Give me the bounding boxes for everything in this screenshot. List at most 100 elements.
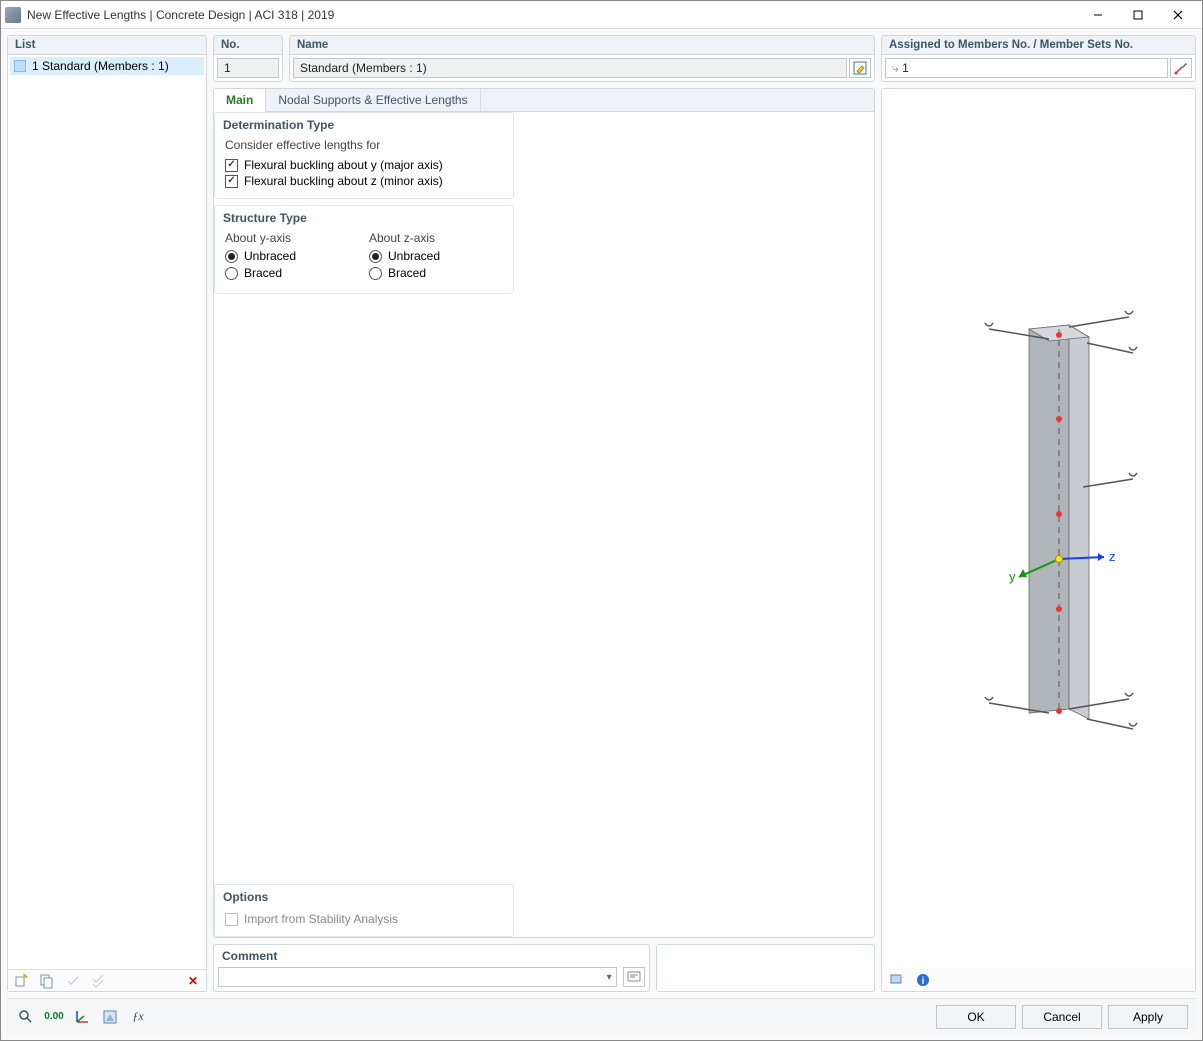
tab-mid-column [520, 112, 874, 937]
assigned-prefix-icon: ⤷ [892, 61, 899, 75]
assigned-pick-button[interactable] [1170, 58, 1192, 78]
comment-combo[interactable]: ▾ [218, 967, 617, 987]
tabs-panel: Main Nodal Supports & Effective Lengths … [213, 88, 875, 938]
edit-icon [853, 61, 867, 75]
tab-main[interactable]: Main [214, 89, 266, 112]
assigned-value: 1 [902, 61, 909, 75]
header-panels: No. 1 Name Standard (Members : 1) [213, 35, 875, 82]
client-area: List 1 Standard (Members : 1) [1, 29, 1202, 1040]
minimize-icon [1093, 10, 1103, 20]
checkall-button[interactable] [88, 971, 110, 991]
view-icon [889, 972, 905, 988]
list-body[interactable]: 1 Standard (Members : 1) [8, 55, 206, 969]
name-field[interactable]: Standard (Members : 1) [293, 58, 847, 78]
window-buttons [1078, 1, 1198, 29]
list-item-swatch [14, 60, 26, 72]
pick-icon [1174, 61, 1188, 75]
maximize-icon [1133, 10, 1143, 20]
about-z-label: About z-axis [369, 231, 503, 245]
comment-row-wrap: Comment ▾ [213, 944, 875, 992]
cancel-button[interactable]: Cancel [1022, 1005, 1102, 1029]
apply-button[interactable]: Apply [1108, 1005, 1188, 1029]
preview-view-button[interactable] [886, 970, 908, 990]
check-button[interactable] [62, 971, 84, 991]
units-icon: 0.00 [44, 1011, 63, 1022]
import-stability-row: Import from Stability Analysis [225, 912, 503, 926]
render-icon [102, 1009, 118, 1025]
new-icon [13, 973, 29, 989]
close-button[interactable] [1158, 1, 1198, 29]
new-button[interactable] [10, 971, 32, 991]
list-item-label: 1 Standard (Members : 1) [32, 59, 169, 73]
list-toolbar: ✕ [8, 969, 206, 991]
search-icon [18, 1009, 34, 1025]
chk-z-label: Flexural buckling about z (minor axis) [244, 174, 443, 188]
radio-label: Unbraced [388, 249, 440, 263]
preview-body[interactable]: z y [882, 89, 1195, 969]
function-button[interactable]: ƒx [127, 1007, 149, 1027]
radio-label: Unbraced [244, 249, 296, 263]
list-header: List [8, 36, 206, 55]
right-column: Assigned to Members No. / Member Sets No… [881, 35, 1196, 992]
info-icon: i [915, 972, 931, 988]
preview-info-button[interactable]: i [912, 970, 934, 990]
ok-button[interactable]: OK [936, 1005, 1016, 1029]
tab-nodal[interactable]: Nodal Supports & Effective Lengths [266, 89, 480, 111]
axes-button[interactable] [71, 1007, 93, 1027]
preview-3d-icon: z y [919, 299, 1159, 759]
structure-title: Structure Type [215, 206, 513, 229]
assigned-field[interactable]: ⤷ 1 [885, 58, 1168, 78]
radio-icon [369, 267, 382, 280]
chk-y-label: Flexural buckling about y (major axis) [244, 158, 443, 172]
window-title: New Effective Lengths | Concrete Design … [27, 8, 334, 22]
assigned-header: Assigned to Members No. / Member Sets No… [882, 36, 1195, 55]
structure-y-col: About y-axis Unbraced Braced [225, 231, 359, 283]
render-button[interactable] [99, 1007, 121, 1027]
checkall-icon [91, 973, 107, 989]
consider-label: Consider effective lengths for [225, 138, 503, 152]
titlebar: New Effective Lengths | Concrete Design … [1, 1, 1202, 29]
radio-y-braced[interactable]: Braced [225, 266, 359, 280]
checkbox-import-icon [225, 913, 238, 926]
tab-body: Determination Type Consider effective le… [214, 112, 874, 937]
check-icon [65, 973, 81, 989]
name-edit-button[interactable] [849, 58, 871, 78]
comment-panel: Comment ▾ [213, 944, 650, 992]
chk-z-row[interactable]: Flexural buckling about z (minor axis) [225, 174, 503, 188]
radio-z-unbraced[interactable]: Unbraced [369, 249, 503, 263]
radio-label: Braced [388, 266, 426, 280]
import-stability-label: Import from Stability Analysis [244, 912, 398, 926]
left-column: List 1 Standard (Members : 1) [7, 35, 207, 992]
preview-toolbar: i [882, 969, 1195, 991]
comment-insert-button[interactable] [623, 967, 645, 987]
maximize-button[interactable] [1118, 1, 1158, 29]
tab-strip: Main Nodal Supports & Effective Lengths [214, 89, 874, 112]
copy-button[interactable] [36, 971, 58, 991]
delete-button[interactable]: ✕ [182, 971, 204, 991]
structure-z-col: About z-axis Unbraced Braced [369, 231, 503, 283]
comment-side-panel [656, 944, 875, 992]
units-button[interactable]: 0.00 [43, 1007, 65, 1027]
copy-icon [39, 973, 55, 989]
radio-icon [369, 250, 382, 263]
list-item[interactable]: 1 Standard (Members : 1) [10, 57, 204, 75]
details-button[interactable] [15, 1007, 37, 1027]
radio-z-braced[interactable]: Braced [369, 266, 503, 280]
radio-y-unbraced[interactable]: Unbraced [225, 249, 359, 263]
no-field[interactable]: 1 [217, 58, 279, 78]
about-y-label: About y-axis [225, 231, 359, 245]
options-section: Options Import from Stability Analysis [214, 884, 514, 937]
preview-panel: z y [881, 88, 1196, 992]
minimize-button[interactable] [1078, 1, 1118, 29]
dialog-window: New Effective Lengths | Concrete Design … [0, 0, 1203, 1041]
svg-text:i: i [922, 976, 925, 987]
chk-y-row[interactable]: Flexural buckling about y (major axis) [225, 158, 503, 172]
axis-z-label: z [1109, 549, 1116, 564]
comment-icon [627, 970, 641, 984]
main-row: List 1 Standard (Members : 1) [7, 35, 1196, 992]
app-icon [5, 7, 21, 23]
middle-column: No. 1 Name Standard (Members : 1) [213, 35, 875, 992]
options-title: Options [215, 885, 513, 908]
determination-section: Determination Type Consider effective le… [214, 112, 514, 199]
checkbox-z-icon [225, 175, 238, 188]
